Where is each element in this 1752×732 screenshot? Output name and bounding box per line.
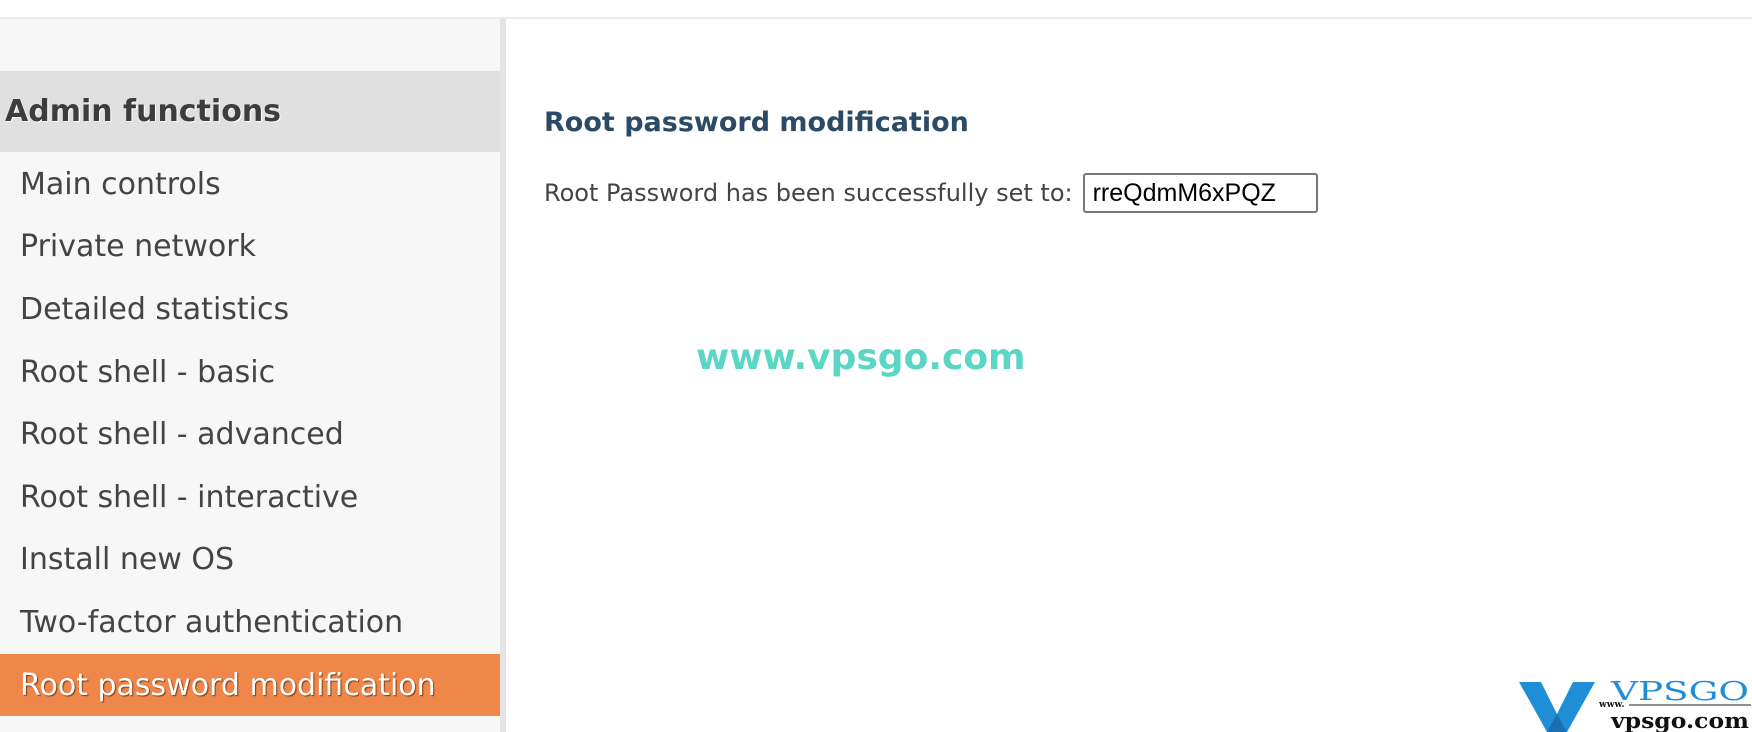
- page-title: Root password modification: [544, 107, 969, 138]
- svg-text:VPSGO: VPSGO: [1610, 677, 1749, 707]
- svg-text:vpsgo.com: vpsgo.com: [1610, 708, 1749, 732]
- sidebar-item-label: Root shell - interactive: [20, 479, 359, 515]
- sidebar-item-detailed-statistics[interactable]: Detailed statistics: [0, 278, 500, 341]
- sidebar-item-install-new-os[interactable]: Install new OS: [0, 529, 500, 592]
- sidebar-item-label: Root password modification: [20, 667, 436, 703]
- sidebar-header: Admin functions: [0, 71, 500, 152]
- sidebar-item-root-shell-advanced[interactable]: Root shell - advanced: [0, 403, 500, 466]
- sidebar-header-label: Admin functions: [5, 94, 282, 129]
- sidebar-item-label: Two-factor authentication: [20, 604, 404, 640]
- root-password-field[interactable]: [1082, 173, 1318, 213]
- success-message: Root Password has been successfully set …: [544, 179, 1073, 207]
- sidebar-item-root-shell-basic[interactable]: Root shell - basic: [0, 341, 500, 404]
- sidebar-item-label: Private network: [20, 229, 256, 265]
- sidebar-item-main-controls[interactable]: Main controls: [0, 153, 500, 216]
- sidebar-item-label: Detailed statistics: [20, 291, 290, 327]
- sidebar-menu: Main controls Private network Detailed s…: [0, 153, 500, 717]
- sidebar-item-label: Main controls: [20, 166, 221, 202]
- sidebar: Admin functions Main controls Private ne…: [0, 19, 506, 732]
- sidebar-item-private-network[interactable]: Private network: [0, 216, 500, 279]
- sidebar-item-root-shell-interactive[interactable]: Root shell - interactive: [0, 466, 500, 529]
- sidebar-item-root-password-modification[interactable]: Root password modification: [0, 653, 500, 717]
- sidebar-item-label: Root shell - advanced: [20, 417, 344, 453]
- sidebar-item-label: Root shell - basic: [20, 354, 276, 390]
- success-message-row: Root Password has been successfully set …: [544, 173, 1318, 213]
- top-bar: [0, 0, 1752, 19]
- vpsgo-logo: VPSGO www. vpsgo.com: [1519, 677, 1751, 732]
- sidebar-item-label: Install new OS: [20, 542, 235, 578]
- sidebar-item-two-factor-authentication[interactable]: Two-factor authentication: [0, 591, 500, 654]
- watermark-text: www.vpsgo.com: [696, 337, 1026, 378]
